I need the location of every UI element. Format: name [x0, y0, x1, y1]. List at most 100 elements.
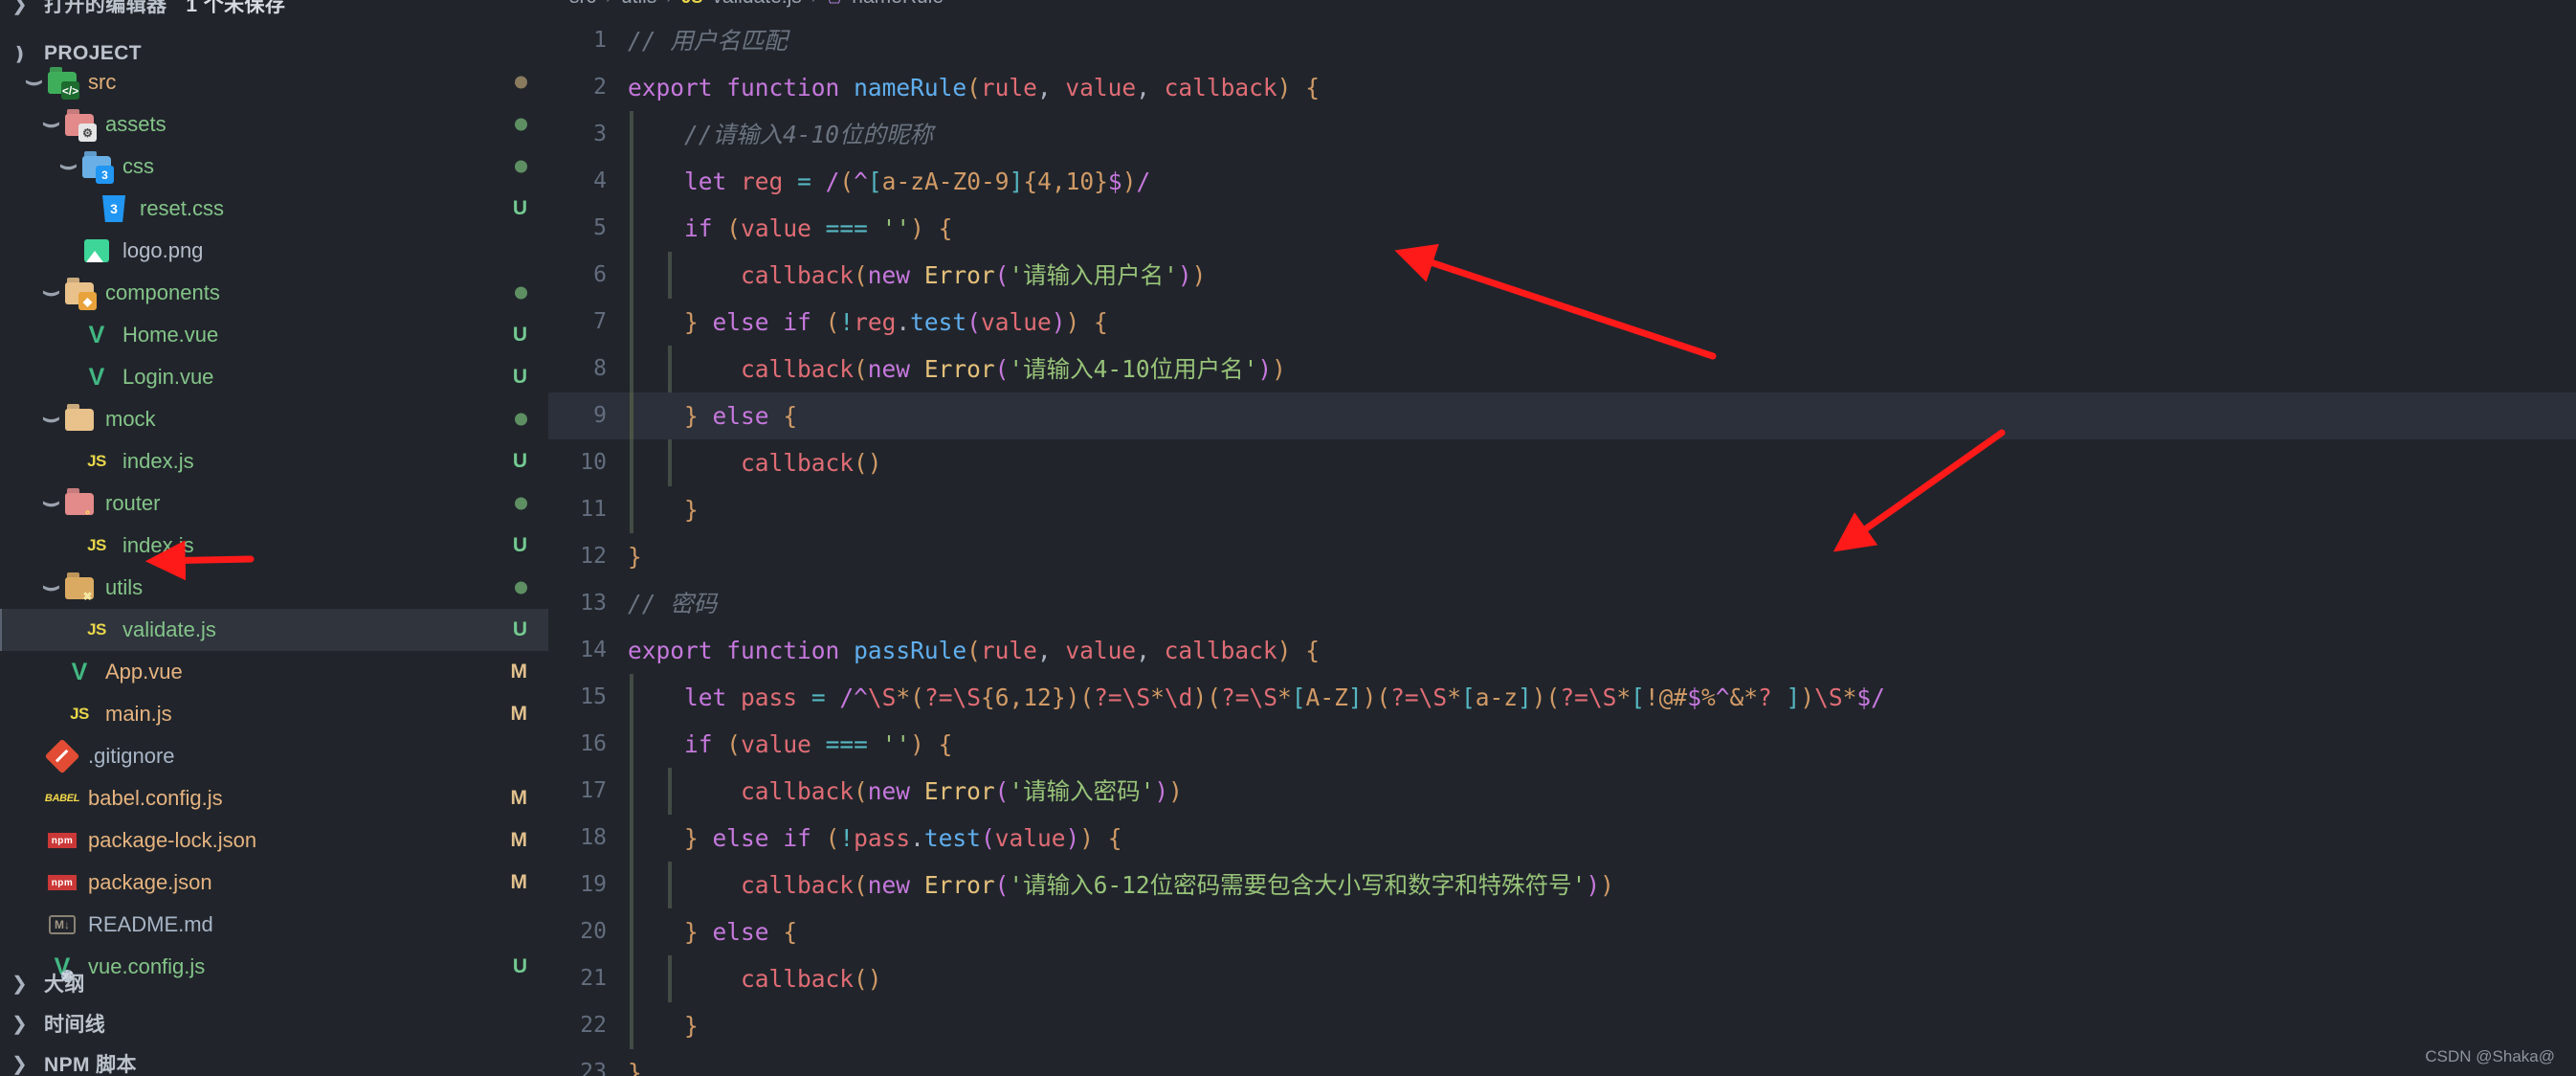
- tree-row-router[interactable]: ❫ ∘ router: [0, 482, 548, 525]
- git-file-icon: [44, 738, 80, 774]
- tree-row-css[interactable]: ❫ 3 css: [0, 146, 548, 188]
- code-line[interactable]: 18 } else if (!pass.test(value)) {: [548, 815, 2576, 862]
- breadcrumb-part-symbol[interactable]: nameRule: [852, 0, 944, 9]
- breadcrumb-part-src[interactable]: src: [569, 0, 596, 9]
- line-text: } else if (!reg.test(value)) {: [628, 299, 1108, 346]
- code-line[interactable]: 15 let pass = /^\S*(?=\S{6,12})(?=\S*\d)…: [548, 674, 2576, 721]
- line-tokens: }: [684, 496, 699, 524]
- code-line[interactable]: 2 export function nameRule(rule, value, c…: [548, 64, 2576, 111]
- line-tokens: //请输入4-10位的昵称: [628, 121, 934, 148]
- code-line[interactable]: 9 } else {: [548, 392, 2576, 439]
- code-content[interactable]: 1 // 用户名匹配 2 export function nameRule(rule,…: [548, 17, 2576, 1076]
- chevron-down-icon[interactable]: ❫: [40, 112, 62, 137]
- twisty-placeholder: [73, 198, 98, 219]
- code-line[interactable]: 6 callback(new Error('请输入用户名')): [548, 252, 2576, 299]
- sidebar-section-2[interactable]: ❯ 时间线: [0, 1003, 548, 1043]
- js-file-icon: JS: [70, 705, 89, 723]
- npm-file-icon: npm: [46, 825, 78, 856]
- line-number: 18: [580, 825, 607, 850]
- breadcrumb-part-utils[interactable]: utils: [621, 0, 656, 9]
- tree-row-home-vue[interactable]: V Home.vue U: [0, 314, 548, 356]
- tree-row-babel-config-js[interactable]: BABEL babel.config.js M: [0, 777, 548, 819]
- code-line[interactable]: 14 export function passRule(rule, value, …: [548, 627, 2576, 674]
- tree-row-login-vue[interactable]: V Login.vue U: [0, 356, 548, 398]
- code-line[interactable]: 3 //请输入4-10位的昵称: [548, 111, 2576, 158]
- git-status-badge: U: [512, 197, 527, 219]
- chevron-down-icon[interactable]: ❫: [40, 491, 62, 516]
- tree-row-label: babel.config.js: [88, 786, 223, 810]
- tree-row-reset-css[interactable]: 3 reset.css U: [0, 188, 548, 230]
- code-line[interactable]: 12}: [548, 533, 2576, 580]
- code-line[interactable]: 16 if (value === '') {: [548, 721, 2576, 768]
- chevron-down-icon[interactable]: ❫: [40, 407, 62, 432]
- markdown-file-icon: M↓: [46, 909, 78, 940]
- tree-row-label: main.js: [105, 702, 172, 726]
- tree-row-index-js[interactable]: JS index.js U: [0, 440, 548, 482]
- code-line[interactable]: 17 callback(new Error('请输入密码')): [548, 768, 2576, 815]
- tree-row-package-json[interactable]: npm package.json M: [0, 862, 548, 904]
- code-line[interactable]: 22 }: [548, 1002, 2576, 1049]
- tree-row-src[interactable]: ❫ </> src: [0, 61, 548, 103]
- tree-row-main-js[interactable]: JS main.js M: [0, 693, 548, 735]
- code-line[interactable]: 4 let reg = /(^[a-zA-Z0-9]{4,10}$)/: [548, 158, 2576, 205]
- code-line[interactable]: 10 callback(): [548, 439, 2576, 486]
- folder-status-dot: [515, 413, 527, 426]
- code-line[interactable]: 20 } else {: [548, 908, 2576, 955]
- line-number: 1: [593, 28, 607, 53]
- code-line[interactable]: 7 } else if (!reg.test(value)) {: [548, 299, 2576, 346]
- sidebar-section-3[interactable]: ❯ NPM 脚本: [0, 1043, 548, 1076]
- indent-guide: [630, 346, 633, 392]
- code-line[interactable]: 1 // 用户名匹配: [548, 17, 2576, 64]
- code-line[interactable]: 11 }: [548, 486, 2576, 533]
- tree-row-label: assets: [105, 112, 167, 136]
- breadcrumb-part-file[interactable]: validate.js: [712, 0, 801, 9]
- indent-guide: [668, 768, 672, 815]
- twisty-placeholder: [21, 746, 46, 767]
- chevron-down-icon[interactable]: ❫: [57, 154, 79, 179]
- sidebar-section-1[interactable]: ❯ 大纲: [0, 963, 548, 1003]
- tree-row-label: utils: [105, 575, 144, 599]
- folder-status-dot: [515, 286, 527, 300]
- chevron-down-icon[interactable]: ❫: [40, 575, 62, 600]
- code-line[interactable]: 5 if (value === '') {: [548, 205, 2576, 252]
- tree-row-label: css: [122, 154, 154, 178]
- line-text: if (value === '') {: [628, 205, 952, 252]
- line-tokens: callback(new Error('请输入密码')): [741, 777, 1183, 805]
- open-editors-unsaved-count: 1 个未保存: [186, 0, 286, 16]
- line-number: 7: [593, 309, 607, 334]
- twisty-placeholder: [56, 619, 80, 640]
- tree-row-readme-md[interactable]: M↓ README.md: [0, 904, 548, 946]
- indent-guide: [630, 862, 633, 908]
- tree-row-validate-js[interactable]: JS validate.js U: [0, 609, 548, 651]
- tree-row--gitignore[interactable]: .gitignore: [0, 735, 548, 777]
- tree-row-label: Home.vue: [122, 323, 219, 347]
- line-text: let reg = /(^[a-zA-Z0-9]{4,10}$)/: [628, 158, 1150, 205]
- tree-row-assets[interactable]: ❫ ⚙ assets: [0, 103, 548, 146]
- code-line[interactable]: 19 callback(new Error('请输入6-12位密码需要包含大小写…: [548, 862, 2576, 908]
- line-text: callback(new Error('请输入用户名')): [628, 252, 1206, 299]
- code-line[interactable]: 21 callback(): [548, 955, 2576, 1002]
- code-line[interactable]: 13 // 密码: [548, 580, 2576, 627]
- line-text: }: [628, 486, 699, 533]
- line-number: 8: [593, 356, 607, 381]
- indent-guide: [630, 392, 633, 439]
- tree-row-components[interactable]: ❫ ◆ components: [0, 272, 548, 314]
- chevron-down-icon[interactable]: ❫: [40, 280, 62, 305]
- code-line[interactable]: 23}: [548, 1049, 2576, 1076]
- line-text: if (value === '') {: [628, 721, 952, 768]
- tree-row-package-lock-json[interactable]: npm package-lock.json M: [0, 819, 548, 862]
- open-editors-section-header[interactable]: ❯ 打开的编辑器 1 个未保存: [0, 0, 548, 21]
- folder-status-dot: [515, 118, 527, 131]
- chevron-down-icon[interactable]: ❫: [23, 70, 45, 95]
- line-text: } else {: [628, 908, 797, 955]
- breadcrumb[interactable]: src › utils › JS validate.js › ⬠ nameRule: [548, 0, 2576, 9]
- tree-row-mock[interactable]: ❫ mock: [0, 398, 548, 440]
- tree-row-logo-png[interactable]: logo.png: [0, 230, 548, 272]
- vue-file-icon: V: [88, 321, 105, 348]
- line-tokens: let pass = /^\S*(?=\S{6,12})(?=\S*\d)(?=…: [684, 684, 1885, 711]
- tree-row-index-js[interactable]: JS index.js U: [0, 525, 548, 567]
- code-line[interactable]: 8 callback(new Error('请输入4-10位用户名')): [548, 346, 2576, 392]
- tree-row-app-vue[interactable]: V App.vue M: [0, 651, 548, 693]
- line-number: 9: [593, 403, 607, 428]
- tree-row-utils[interactable]: ❫ ✖ utils: [0, 567, 548, 609]
